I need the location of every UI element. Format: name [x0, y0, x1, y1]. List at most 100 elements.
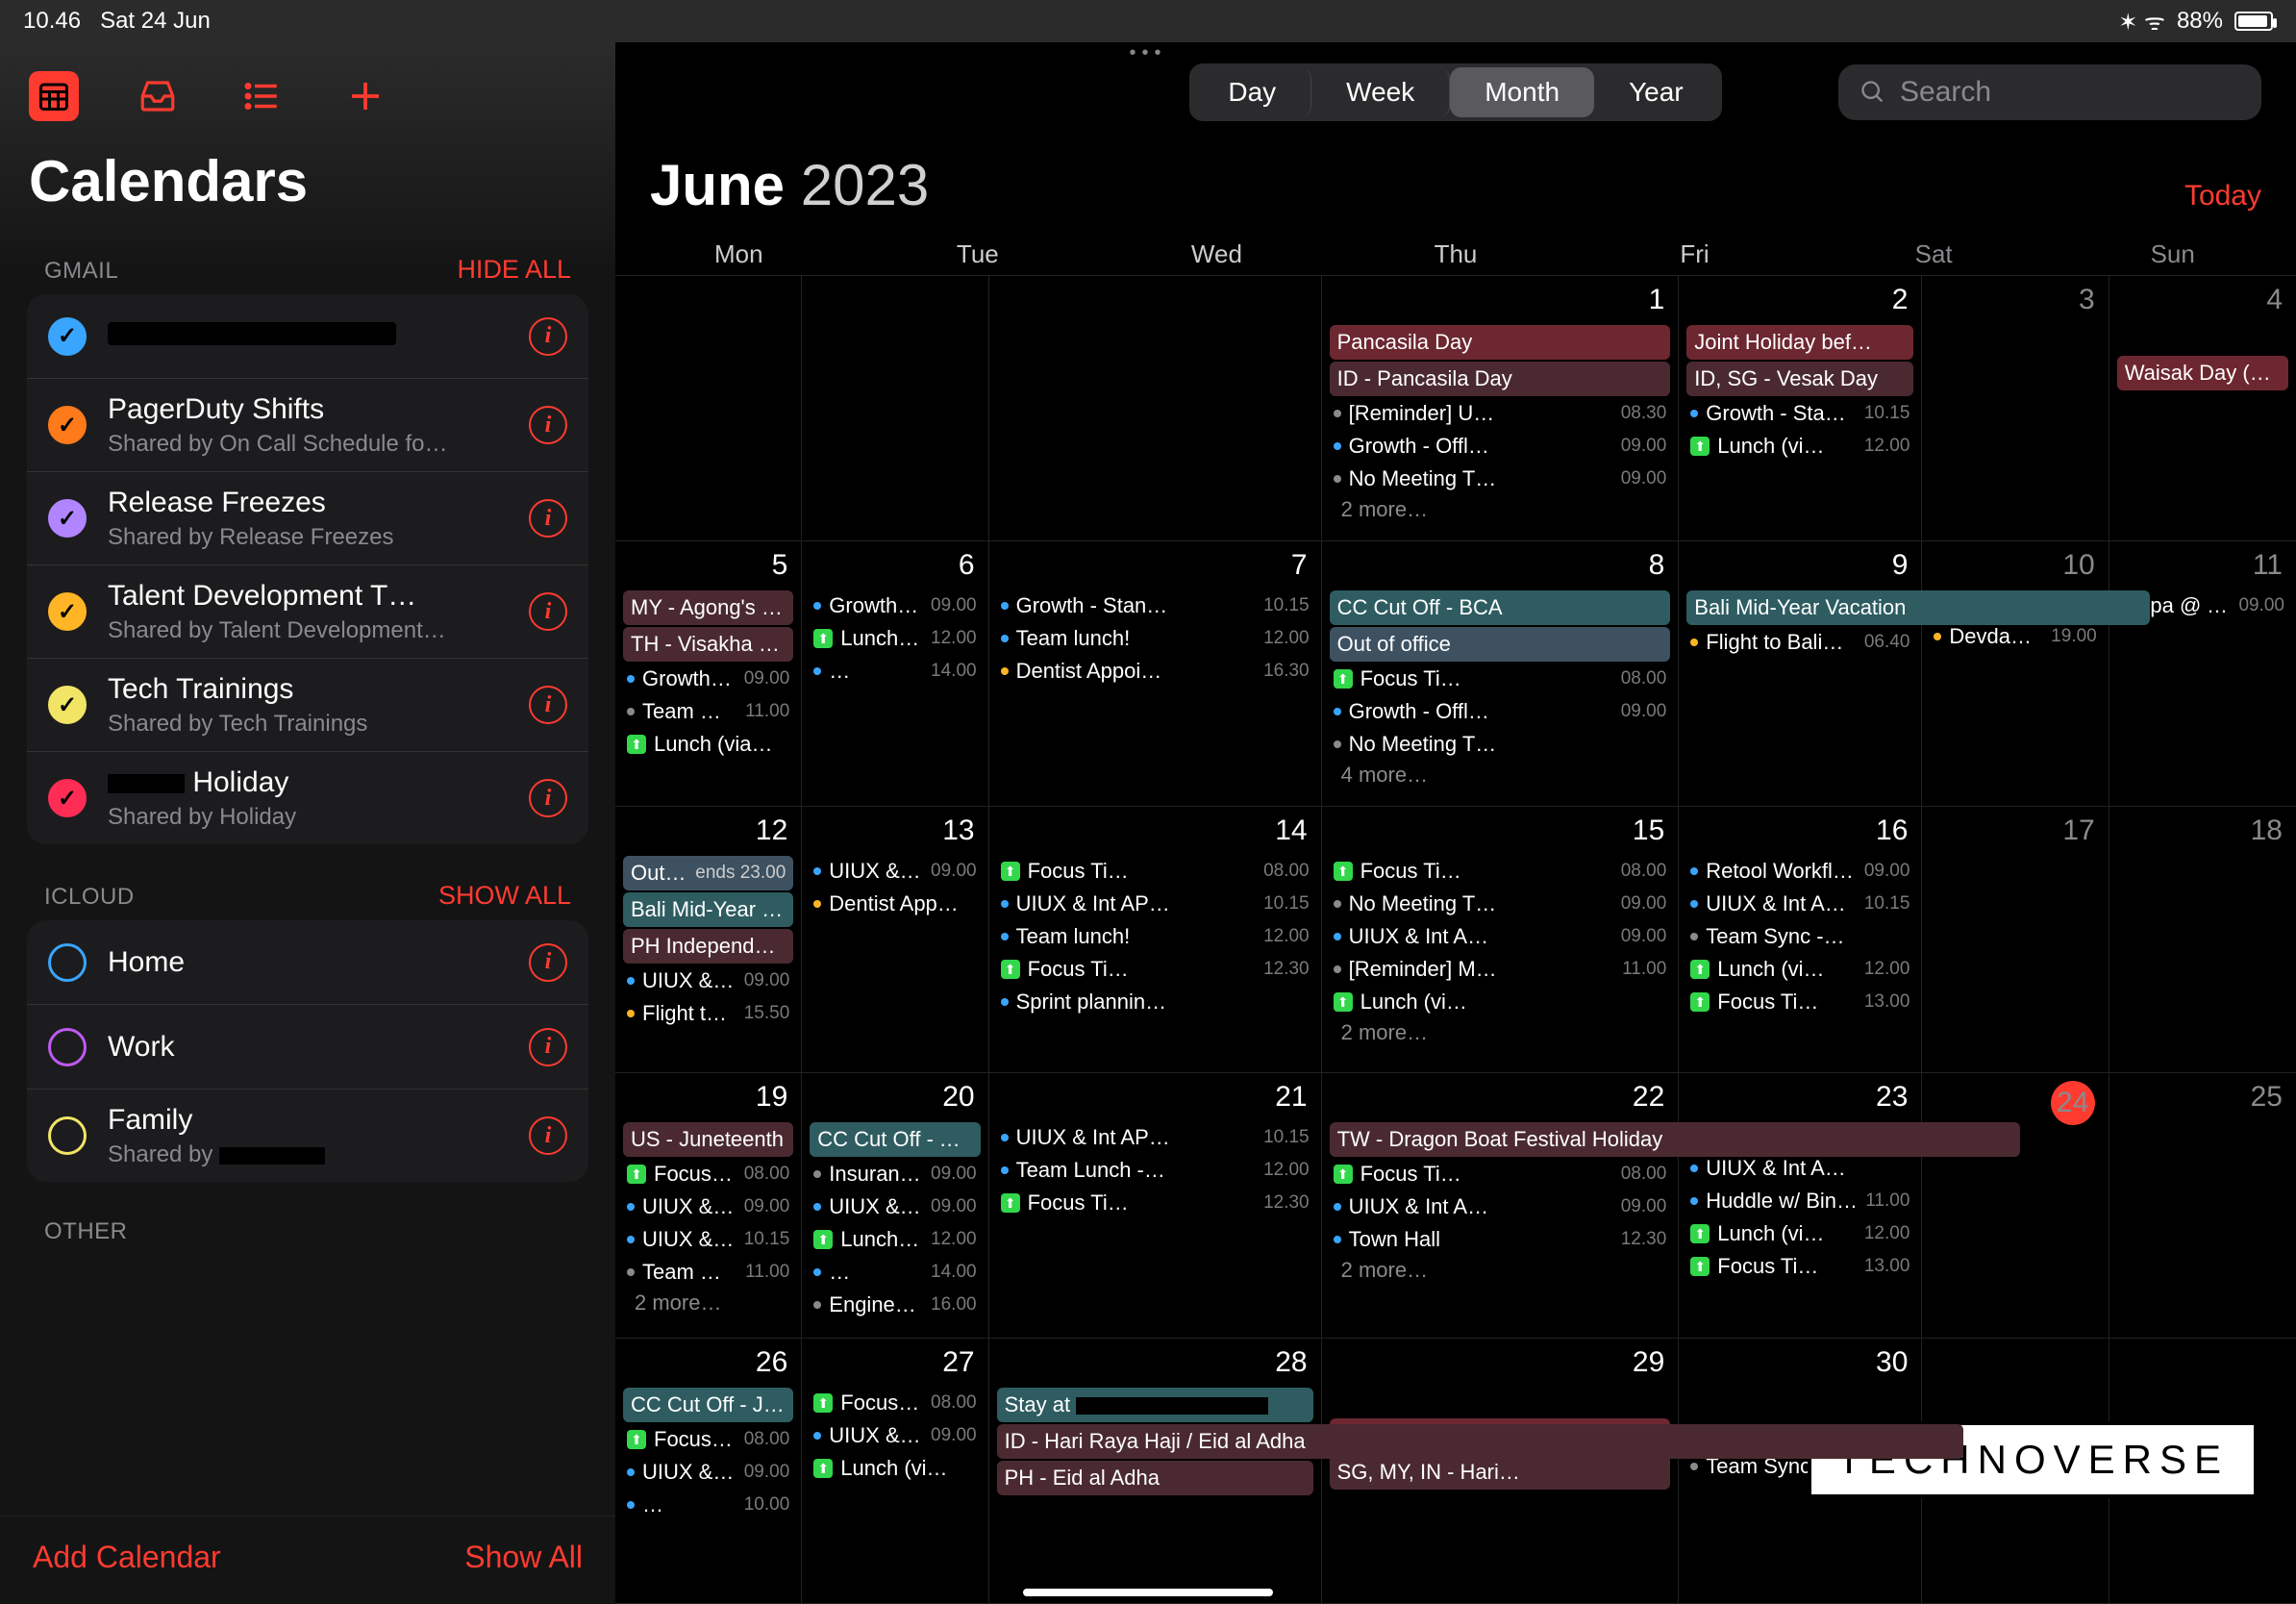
event[interactable]: ⬆Lunch (vi…12.00 [1686, 1218, 1913, 1249]
calendar-row[interactable]: Talent Development T…Shared by Talent De… [27, 565, 588, 659]
event[interactable]: ⬆Lunch (vi… [1330, 987, 1671, 1017]
event[interactable]: Team Lunch -…12.00 [997, 1155, 1313, 1186]
event[interactable]: CC Cut Off - Jenius [623, 1388, 793, 1422]
event[interactable]: Team Meeting11.00 [623, 696, 793, 727]
event[interactable]: Retool Workfl…09.00 [1686, 856, 1913, 887]
info-icon[interactable]: i [529, 499, 567, 538]
event[interactable]: UIUX & Int AP…10.15 [997, 1122, 1313, 1153]
inbox-icon[interactable] [133, 71, 183, 121]
event[interactable]: Dentist Appoi… [810, 889, 980, 919]
day-cell[interactable]: 27⬆Focus Ti…08.00UIUX & Int A…09.00⬆Lunc… [802, 1339, 988, 1604]
event[interactable]: ID - Pancasila Day [1330, 362, 1671, 396]
more-events[interactable]: 2 more… [1330, 1256, 1671, 1285]
day-cell[interactable]: 20CC Cut Off - TMR…Insurance So…09.00UIU… [802, 1073, 988, 1339]
event[interactable]: Flight to Jakar…15.50 [623, 998, 793, 1029]
event[interactable]: UIUX & Int API…10.15 [623, 1224, 793, 1255]
add-icon[interactable] [340, 71, 390, 121]
event[interactable]: Team lunch!12.00 [997, 623, 1313, 654]
info-icon[interactable]: i [529, 592, 567, 631]
more-events[interactable]: 2 more… [623, 1289, 793, 1317]
event[interactable]: ⬆Focus Ti…13.00 [1686, 987, 1913, 1017]
event[interactable]: ID - Hari Raya Haji / Eid al Adha [997, 1424, 1963, 1459]
day-cell[interactable]: 28Stay at ID - Hari Raya Haji / Eid al A… [989, 1339, 1322, 1604]
day-cell[interactable]: 19US - Juneteenth⬆Focus Tim…08.00UIUX & … [615, 1073, 802, 1339]
day-cell[interactable]: 22TW - Dragon Boat Festival Holiday⬆Focu… [1322, 1073, 1680, 1339]
event[interactable]: TH - Visakha Buc… [623, 627, 793, 662]
day-cell[interactable]: 29Idul AdhaSG, MY, IN - Hari… [1322, 1339, 1680, 1604]
more-events[interactable]: 4 more… [1330, 761, 1671, 789]
more-events[interactable]: 2 more… [1330, 1018, 1671, 1047]
calendar-check[interactable] [48, 1116, 87, 1155]
event[interactable]: UIUX & Int AP…09.00 [623, 1191, 793, 1222]
add-calendar-button[interactable]: Add Calendar [33, 1540, 221, 1575]
info-icon[interactable]: i [529, 779, 567, 817]
info-icon[interactable]: i [529, 1116, 567, 1155]
event[interactable]: Bali Mid-Year Vac… [623, 892, 793, 927]
event[interactable]: UIUX & Int A…09.00 [810, 1191, 980, 1222]
event[interactable]: Engineering…16.00 [810, 1290, 980, 1320]
event[interactable]: UIUX & Int A…09.00 [810, 856, 980, 887]
day-cell[interactable] [615, 276, 802, 541]
event[interactable]: Pancasila Day [1330, 325, 1671, 360]
show-all-button[interactable]: Show All [464, 1540, 583, 1575]
event[interactable]: UIUX & Int A…10.15 [1686, 889, 1913, 919]
event[interactable]: TW - Dragon Boat Festival Holiday [1330, 1122, 2020, 1157]
day-cell[interactable]: 8CC Cut Off - BCAOut of office⬆Focus Ti…… [1322, 541, 1680, 807]
event[interactable]: UIUX & Int A…09.00 [1330, 1191, 1671, 1222]
day-cell[interactable]: 12Out of officeends 23.00Bali Mid-Year V… [615, 807, 802, 1072]
event[interactable]: UIUX & Int A…09.00 [1330, 921, 1671, 952]
info-icon[interactable]: i [529, 406, 567, 444]
event[interactable]: …10.00 [623, 1490, 793, 1520]
info-icon[interactable]: i [529, 943, 567, 982]
day-cell[interactable]: 13UIUX & Int A…09.00Dentist Appoi… [802, 807, 988, 1072]
event[interactable]: Stay at [997, 1388, 1313, 1422]
event[interactable]: CC Cut Off - BCA [1330, 590, 1671, 625]
section-action[interactable]: HIDE ALL [457, 255, 571, 285]
calendar-row[interactable]: Tech TrainingsShared by Tech Trainingsi [27, 659, 588, 752]
event[interactable]: No Meeting T… [1330, 729, 1671, 760]
event[interactable]: UIUX & Int AP…09.00 [623, 965, 793, 996]
calendar-check[interactable] [48, 1028, 87, 1066]
event[interactable]: ⬆Focus Ti…12.30 [997, 1188, 1313, 1218]
seg-day[interactable]: Day [1193, 67, 1311, 117]
day-cell[interactable]: 23UIUX & Int A…Huddle w/ Bin…11.00⬆Lunch… [1679, 1073, 1922, 1339]
calendar-row[interactable]: FamilyShared by i [27, 1090, 588, 1182]
calendar-check[interactable] [48, 592, 87, 631]
calendar-row[interactable]: Homei [27, 920, 588, 1005]
day-cell[interactable]: 3 [1922, 276, 2109, 541]
calendar-check[interactable] [48, 779, 87, 817]
home-indicator[interactable] [1023, 1589, 1273, 1596]
event[interactable]: ⬆Lunch (vi…12.00 [810, 623, 980, 654]
event[interactable]: Team lunch!12.00 [997, 921, 1313, 952]
seg-month[interactable]: Month [1450, 67, 1594, 117]
event[interactable]: Growth - Stan…10.15 [1686, 398, 1913, 429]
event[interactable]: Team Meeting11.00 [623, 1257, 793, 1288]
event[interactable]: UIUX & Int A… [1686, 1153, 1913, 1184]
event[interactable]: ⬆Lunch (vi…12.00 [1686, 431, 1913, 462]
event[interactable]: Flight to Bali…06.40 [1686, 627, 1913, 658]
day-cell[interactable]: 11Spa @ Taman…09.00 [2109, 541, 2296, 807]
event[interactable]: SG, MY, IN - Hari… [1330, 1455, 1671, 1490]
event[interactable]: CC Cut Off - TMR… [810, 1122, 980, 1157]
calendar-check[interactable] [48, 943, 87, 982]
calendar-check[interactable] [48, 317, 87, 356]
event[interactable]: ID, SG - Vesak Day [1686, 362, 1913, 396]
event[interactable]: ⬆Lunch (via… [623, 729, 793, 760]
event[interactable]: Waisak Day (Budd… [2117, 356, 2288, 390]
day-cell[interactable]: 15⬆Focus Ti…08.00No Meeting T…09.00UIUX … [1322, 807, 1680, 1072]
calendar-row[interactable]: Worki [27, 1005, 588, 1090]
day-cell[interactable]: 4Waisak Day (Budd… [2109, 276, 2296, 541]
event[interactable]: Growth - Stan…10.15 [997, 590, 1313, 621]
calendar-grid[interactable]: 1Pancasila DayID - Pancasila Day[Reminde… [615, 275, 2296, 1604]
calendar-check[interactable] [48, 686, 87, 724]
event[interactable]: PH - Eid al Adha [997, 1461, 1313, 1495]
event[interactable]: Bali Mid-Year Vacation [1686, 590, 2149, 625]
event[interactable]: UIUX & Int AP…09.00 [623, 1457, 793, 1488]
event[interactable]: ⬆Lunch (vi…12.00 [810, 1224, 980, 1255]
day-cell[interactable]: 7Growth - Stan…10.15Team lunch!12.00Dent… [989, 541, 1322, 807]
day-cell[interactable]: 14⬆Focus Ti…08.00UIUX & Int AP…10.15Team… [989, 807, 1322, 1072]
event[interactable]: Team Sync -… [1686, 921, 1913, 952]
event[interactable]: Growth - Offl…09.00 [1330, 696, 1671, 727]
event[interactable]: Devdan Show19.00 [1930, 621, 2100, 652]
calendar-grid-icon[interactable] [29, 71, 79, 121]
